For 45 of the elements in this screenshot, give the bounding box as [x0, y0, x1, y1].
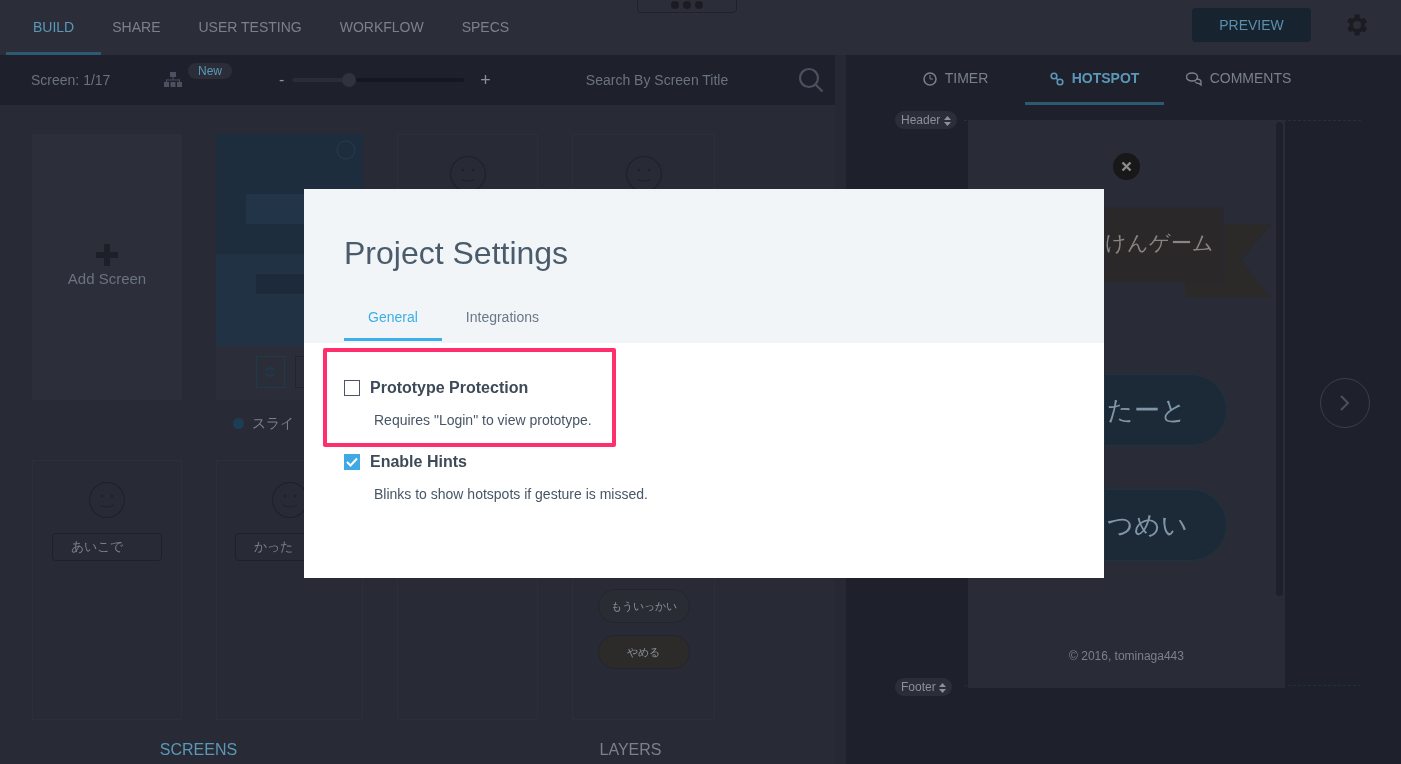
panel-tab[interactable]: COMMENTS: [1169, 55, 1308, 105]
hierarchy-icon[interactable]: [164, 72, 182, 88]
link-icon: [1049, 71, 1064, 86]
game-button: もういっかい: [597, 589, 690, 623]
modal-tab[interactable]: Integrations: [441, 307, 563, 341]
chevron-right-icon: [1339, 394, 1351, 412]
panel-tab[interactable]: SCREENS: [0, 735, 397, 764]
panel-tab[interactable]: HOTSPOT: [1025, 55, 1164, 105]
nav-tab[interactable]: SHARE: [112, 0, 161, 55]
banner-title: けんゲーム: [1104, 207, 1224, 283]
preview-button[interactable]: PREVIEW: [1192, 8, 1311, 42]
copyright-text: © 2016, tominaga443: [1069, 648, 1184, 665]
screen-name[interactable]: スライ: [252, 413, 294, 434]
next-screen-button[interactable]: [1320, 378, 1370, 428]
modal-tab[interactable]: General: [344, 307, 442, 341]
header-dropdown[interactable]: Header: [895, 111, 957, 129]
panel-tab[interactable]: LAYERS: [432, 735, 829, 764]
close-icon[interactable]: [1113, 153, 1140, 180]
chat-icon: [1185, 71, 1202, 86]
new-badge: New: [188, 63, 232, 79]
modal-title: Project Settings: [344, 234, 570, 273]
checkbox[interactable]: [344, 380, 360, 396]
panel-tab[interactable]: TIMER: [886, 55, 1025, 105]
option-description: Requires "Login" to view prototype.: [373, 411, 592, 430]
nav-tab[interactable]: USER TESTING: [198, 0, 302, 55]
option-title: Prototype Protection: [370, 378, 529, 398]
checkbox[interactable]: [344, 454, 360, 470]
zoom-slider[interactable]: [292, 73, 465, 87]
screen-card[interactable]: あいこで: [32, 460, 182, 720]
game-button: やめる: [597, 635, 690, 669]
sort-arrows-icon: [939, 682, 947, 693]
zoom-out-button[interactable]: -: [277, 72, 287, 88]
add-screen-label: Add Screen: [67, 268, 147, 289]
clock-icon: [922, 71, 937, 86]
search-icon[interactable]: [797, 67, 824, 93]
add-screen-card[interactable]: Add Screen: [32, 134, 182, 400]
nav-tab[interactable]: WORKFLOW: [339, 0, 424, 55]
footer-dropdown[interactable]: Footer: [895, 678, 953, 696]
option-title: Enable Hints: [370, 452, 467, 472]
screen-counter: Screen: 1/17: [31, 70, 112, 90]
sort-arrows-icon: [943, 115, 951, 126]
nav-tab[interactable]: SPECS: [461, 0, 510, 55]
search-field[interactable]: Search By Screen Title: [585, 69, 766, 91]
zoom-in-button[interactable]: +: [480, 66, 491, 94]
speech-bubble: あいこで: [52, 533, 162, 561]
